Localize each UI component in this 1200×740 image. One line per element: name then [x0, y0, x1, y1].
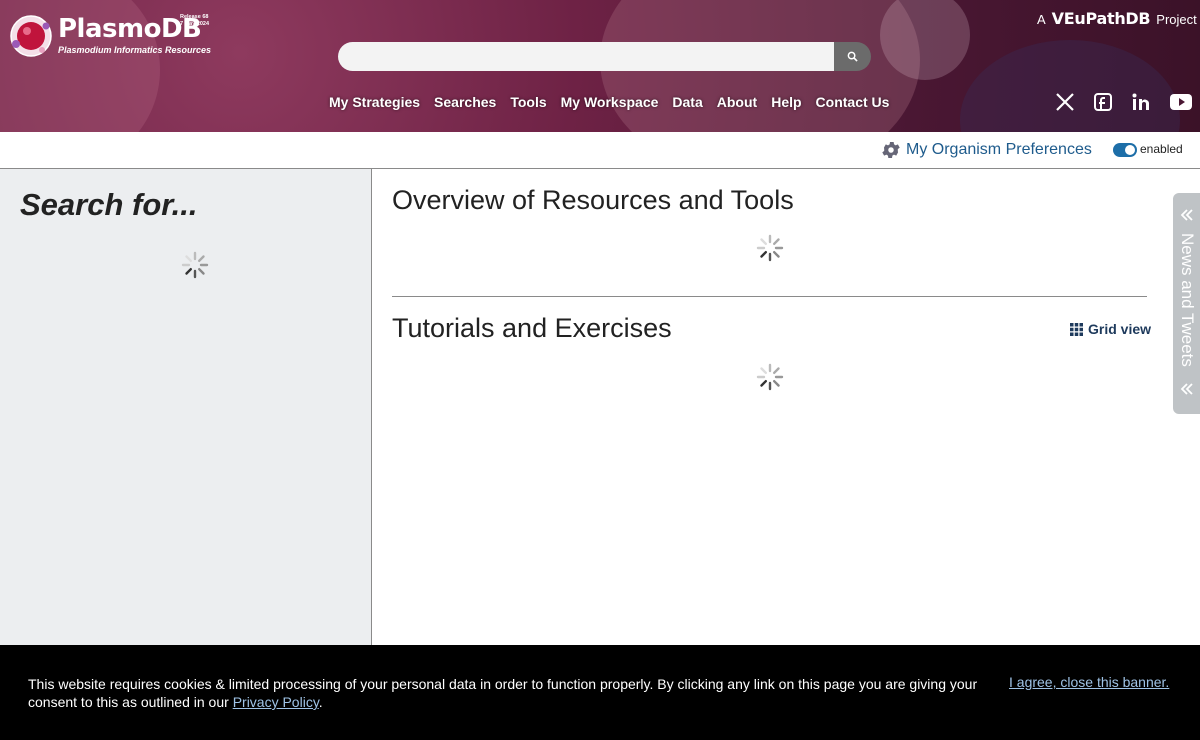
search-icon [847, 51, 858, 62]
overview-heading: Overview of Resources and Tools [392, 185, 794, 215]
nav-contact-us[interactable]: Contact Us [816, 94, 890, 110]
double-chevron-left-icon [1180, 209, 1193, 221]
grid-icon [1070, 322, 1083, 336]
site-search-input[interactable] [338, 42, 836, 71]
site-logo[interactable]: PlasmoDB Plasmodium Informatics Resource… [8, 12, 228, 60]
preferences-bar: My Organism Preferences enabled [0, 132, 1200, 169]
youtube-icon[interactable] [1170, 92, 1192, 112]
cookie-text-end: . [318, 694, 323, 710]
section-divider [392, 296, 1147, 297]
veupathdb-project-link[interactable]: A VEuPathDB Project [1037, 9, 1197, 28]
nav-my-strategies[interactable]: My Strategies [329, 94, 420, 110]
facebook-icon[interactable] [1092, 92, 1114, 112]
grid-view-label: Grid view [1088, 321, 1152, 337]
x-icon[interactable] [1054, 92, 1076, 112]
nav-tools[interactable]: Tools [510, 94, 546, 110]
main-content: Overview of Resources and Tools Tutorial… [372, 169, 1172, 645]
search-for-heading: Search for... [20, 187, 198, 222]
release-number: Release 68 [180, 14, 209, 20]
site-header: PlasmoDB Plasmodium Informatics Resource… [0, 0, 1200, 132]
site-search-button[interactable] [834, 42, 871, 71]
project-name: VEuPathDB [1051, 9, 1151, 28]
agree-close-banner-link[interactable]: I agree, close this banner. [1009, 674, 1169, 690]
news-and-tweets-label: News and Tweets [1178, 233, 1197, 367]
search-sidebar: Search for... [0, 169, 372, 645]
release-info: Release 68 7 May 2024 [180, 14, 209, 28]
loading-spinner-icon [756, 234, 784, 262]
project-suffix: Project [1156, 12, 1197, 27]
privacy-policy-link[interactable]: Privacy Policy [233, 694, 319, 710]
organism-preferences-label: My Organism Preferences [906, 141, 1092, 158]
nav-searches[interactable]: Searches [434, 94, 496, 110]
site-tagline: Plasmodium Informatics Resources [58, 45, 212, 55]
nav-about[interactable]: About [717, 94, 757, 110]
cookie-message: This website requires cookies & limited … [28, 675, 988, 711]
nav-my-workspace[interactable]: My Workspace [561, 94, 659, 110]
organism-preferences-link[interactable]: My Organism Preferences [880, 139, 1092, 161]
cookie-text: This website requires cookies & limited … [28, 676, 978, 710]
plasmodb-logo-icon [10, 15, 52, 57]
grid-view-button[interactable]: Grid view [1070, 321, 1151, 337]
double-chevron-left-icon [1180, 383, 1193, 395]
cookie-banner: This website requires cookies & limited … [0, 645, 1200, 740]
background-decoration [960, 40, 1180, 132]
main-nav: My Strategies Searches Tools My Workspac… [329, 94, 903, 110]
news-and-tweets-tab[interactable]: News and Tweets [1173, 193, 1200, 414]
nav-help[interactable]: Help [771, 94, 801, 110]
linkedin-icon[interactable] [1130, 92, 1152, 112]
toggle-status-label: enabled [1140, 142, 1183, 156]
background-decoration [880, 0, 970, 80]
loading-spinner-icon [756, 363, 784, 391]
project-prefix: A [1037, 12, 1046, 27]
nav-data[interactable]: Data [672, 94, 702, 110]
tutorials-heading: Tutorials and Exercises [392, 313, 672, 343]
release-date: 7 May 2024 [180, 21, 210, 27]
organism-filter-toggle[interactable] [1113, 143, 1137, 157]
loading-spinner-icon [181, 251, 209, 279]
gear-icon [882, 142, 900, 158]
